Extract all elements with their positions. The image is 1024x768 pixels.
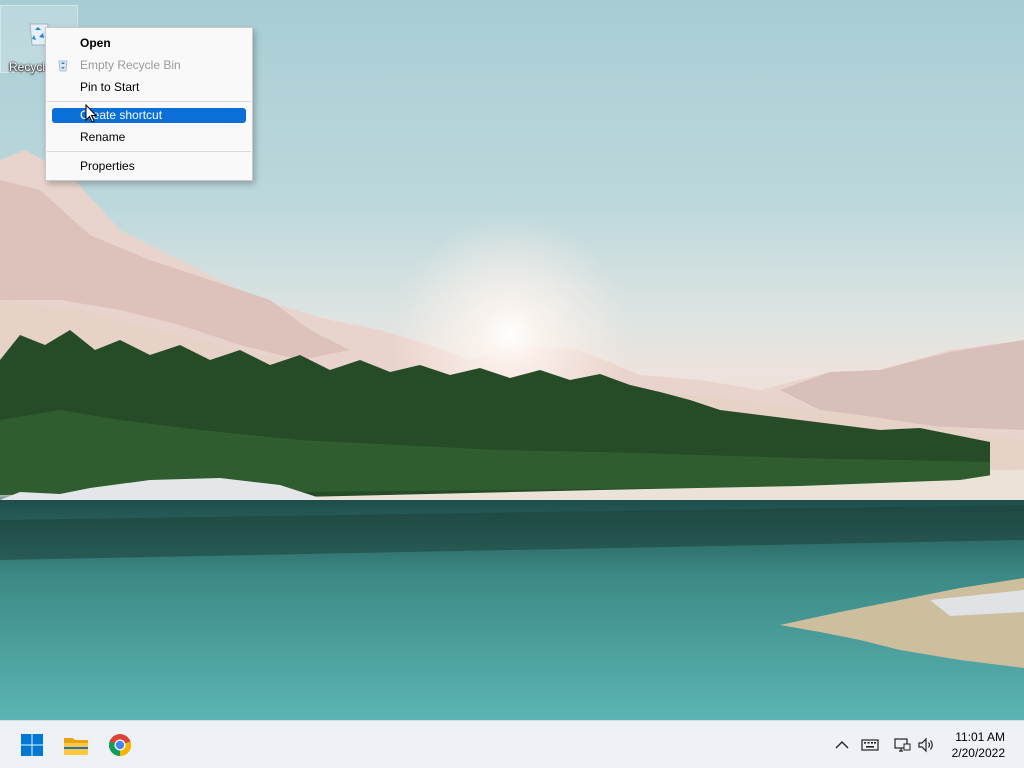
menu-item-create-shortcut[interactable]: Create shortcut — [52, 108, 246, 123]
show-hidden-icons-button[interactable] — [832, 735, 852, 755]
chrome-button[interactable] — [104, 729, 136, 761]
menu-item-label: Open — [80, 36, 111, 50]
menu-item-label: Rename — [80, 130, 126, 144]
file-explorer-icon — [64, 738, 88, 755]
chevron-up-icon — [835, 741, 849, 749]
network-button[interactable] — [892, 735, 912, 755]
mouse-cursor-icon — [85, 104, 98, 123]
chrome-icon — [108, 734, 132, 757]
windows-start-icon — [21, 734, 43, 756]
menu-item-label: Empty Recycle Bin — [80, 58, 181, 72]
menu-separator — [47, 151, 251, 152]
clock-date: 2/20/2022 — [951, 746, 1005, 760]
menu-item-pin-to-start[interactable]: Pin to Start — [52, 79, 246, 95]
taskbar-clock[interactable]: 11:01 AM 2/20/2022 — [935, 729, 1005, 761]
volume-icon — [918, 737, 933, 753]
clock-time: 11:01 AM — [955, 730, 1005, 744]
menu-item-properties[interactable]: Properties — [52, 158, 246, 174]
context-menu: Open Empty Recycle Bin Pin to Start Crea… — [45, 27, 253, 181]
menu-separator — [47, 101, 251, 102]
menu-item-empty-recycle-bin[interactable]: Empty Recycle Bin — [52, 57, 246, 73]
volume-button[interactable] — [916, 735, 936, 755]
menu-item-rename[interactable]: Rename — [52, 129, 246, 145]
network-icon — [894, 738, 911, 752]
menu-item-open[interactable]: Open — [52, 35, 246, 51]
recycle-bin-icon — [58, 60, 68, 72]
file-explorer-button[interactable] — [60, 729, 92, 761]
keyboard-button[interactable] — [860, 735, 880, 755]
keyboard-icon — [861, 739, 879, 751]
start-button[interactable] — [16, 729, 48, 761]
menu-item-label: Pin to Start — [80, 80, 140, 94]
taskbar: 11:01 AM 2/20/2022 — [0, 720, 1024, 768]
menu-item-label: Properties — [80, 159, 135, 173]
